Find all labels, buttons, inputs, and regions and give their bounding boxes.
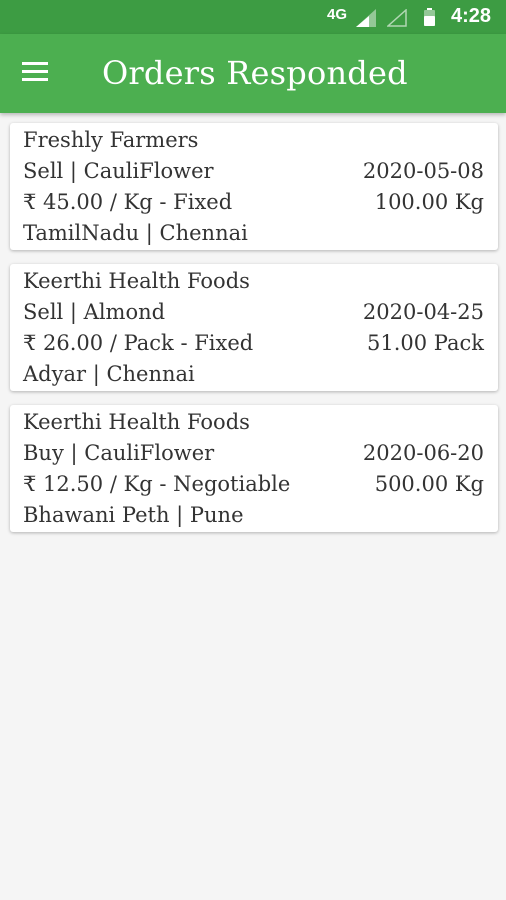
order-card[interactable]: Freshly Farmers Sell | CauliFlower 2020-…	[10, 123, 498, 250]
order-quantity: 100.00 Kg	[374, 190, 484, 214]
hamburger-menu-icon[interactable]	[22, 62, 58, 88]
battery-icon	[424, 8, 435, 26]
signal-empty-icon	[387, 9, 407, 27]
order-price: ₹ 26.00 / Pack - Fixed	[23, 331, 254, 355]
order-date: 2020-04-25	[362, 300, 484, 324]
signal-strength-icon	[356, 9, 376, 27]
order-type-product: Sell | Almond	[23, 300, 166, 324]
order-type-product: Buy | CauliFlower	[23, 441, 215, 465]
company-name: Keerthi Health Foods	[23, 269, 250, 293]
order-location: TamilNadu | Chennai	[23, 221, 248, 245]
order-location: Bhawani Peth | Pune	[23, 503, 244, 527]
network-type-label: 4G	[327, 6, 348, 23]
order-date: 2020-06-20	[362, 441, 484, 465]
order-type-product: Sell | CauliFlower	[23, 159, 214, 183]
company-name: Freshly Farmers	[23, 128, 199, 152]
page-title: Orders Responded	[102, 54, 408, 92]
company-name: Keerthi Health Foods	[23, 410, 250, 434]
order-location: Adyar | Chennai	[23, 362, 195, 386]
order-card[interactable]: Keerthi Health Foods Buy | CauliFlower 2…	[10, 405, 498, 532]
order-price: ₹ 12.50 / Kg - Negotiable	[23, 472, 291, 496]
status-bar: 4G 4:28	[0, 0, 506, 34]
order-card[interactable]: Keerthi Health Foods Sell | Almond 2020-…	[10, 264, 498, 391]
status-time: 4:28	[451, 5, 492, 27]
app-bar: Orders Responded	[0, 34, 506, 113]
order-date: 2020-05-08	[362, 159, 484, 183]
order-price: ₹ 45.00 / Kg - Fixed	[23, 190, 233, 214]
order-quantity: 51.00 Pack	[367, 331, 484, 355]
orders-list: Freshly Farmers Sell | CauliFlower 2020-…	[10, 123, 498, 546]
order-quantity: 500.00 Kg	[374, 472, 484, 496]
